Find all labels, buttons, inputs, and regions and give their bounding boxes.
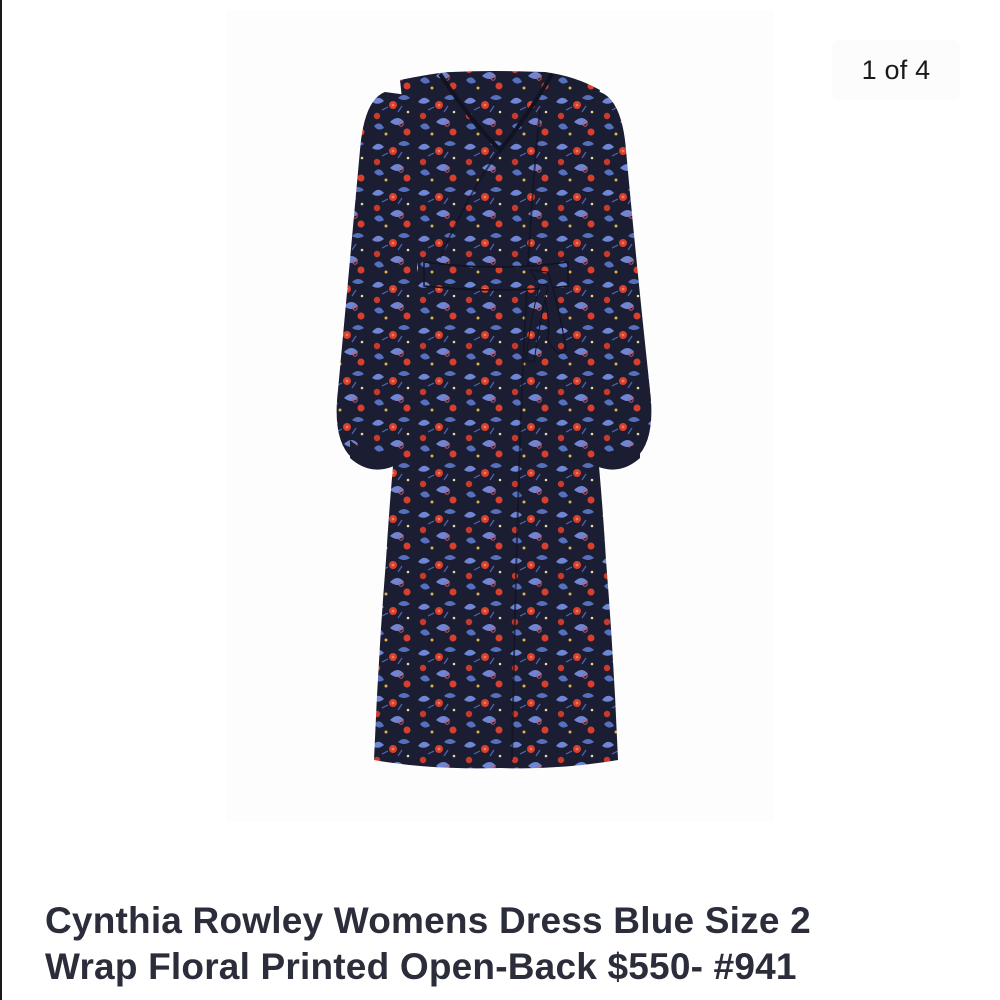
product-listing-page: 1 of 4 Cynthia Rowley Womens Dress Blue …	[0, 0, 1000, 1000]
listing-title: Cynthia Rowley Womens Dress Blue Size 2 …	[45, 898, 975, 990]
listing-title-line-2: Wrap Floral Printed Open-Back $550- #941	[45, 946, 797, 987]
image-counter: 1 of 4	[832, 40, 960, 100]
listing-title-line-1: Cynthia Rowley Womens Dress Blue Size 2	[45, 900, 811, 941]
dress-photo[interactable]	[0, 0, 1000, 830]
dress-body	[374, 71, 618, 769]
